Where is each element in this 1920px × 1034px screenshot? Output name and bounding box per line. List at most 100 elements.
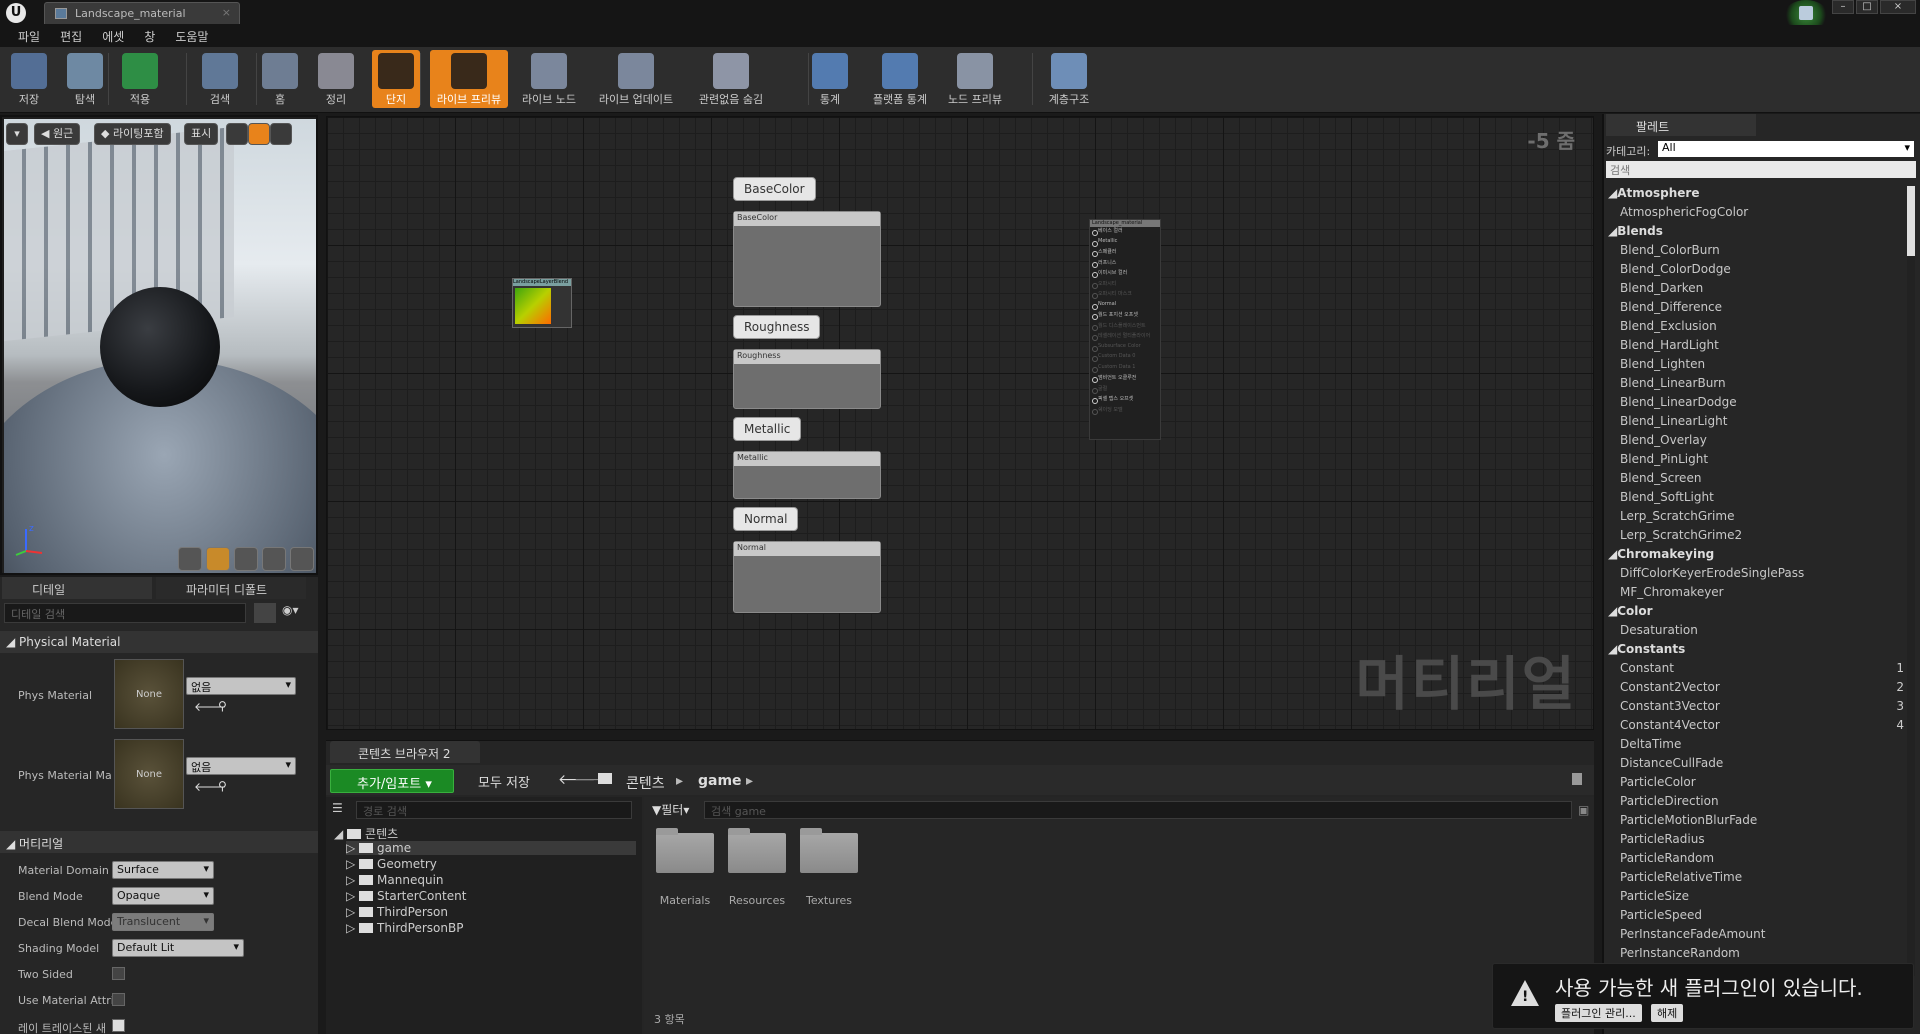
param-node-roughness[interactable]: Roughness — [733, 349, 881, 409]
folder-icon[interactable] — [728, 828, 786, 873]
palette-scroll-thumb[interactable] — [1907, 186, 1915, 256]
maximize-button[interactable]: □ — [1856, 0, 1878, 14]
palette-item[interactable]: DiffColorKeyerErodeSinglePass — [1604, 566, 1904, 585]
document-tab[interactable]: Landscape_material × — [44, 2, 240, 24]
palette-category[interactable]: ◢Constants — [1604, 642, 1904, 661]
asset-search-input[interactable]: 검색 game — [704, 801, 1572, 819]
breadcrumb-chevron-icon[interactable]: ▸ — [746, 773, 753, 789]
maximize-viewport-icon[interactable] — [270, 123, 292, 145]
result-pin[interactable]: 월드 포지션 오프셋 — [1090, 311, 1160, 322]
result-pin[interactable]: 쉐이딩 모델 — [1090, 406, 1160, 417]
palette-item[interactable]: Lerp_ScratchGrime — [1604, 509, 1904, 528]
palette-item[interactable]: MF_Chromakeyer — [1604, 585, 1904, 604]
palette-item[interactable]: ParticleRadius — [1604, 832, 1904, 851]
tree-expand-icon[interactable]: ▷ — [346, 857, 359, 871]
prop-combo[interactable]: Translucent — [112, 913, 214, 931]
result-pin[interactable]: 굴절 — [1090, 385, 1160, 396]
translate-icon[interactable] — [226, 123, 248, 145]
palette-item[interactable]: DeltaTime — [1604, 737, 1904, 756]
palette-item[interactable]: Blend_PinLight — [1604, 452, 1904, 471]
breadcrumb-game[interactable]: game — [698, 773, 742, 789]
prop-combo[interactable]: Default Lit — [112, 939, 244, 957]
folder-icon[interactable] — [800, 828, 858, 873]
toolbar-button-live-update[interactable]: 라이브 업데이트 — [590, 50, 682, 108]
browse-mask-icon[interactable]: ⚲ — [218, 779, 227, 793]
tree-expand-icon[interactable]: ▷ — [346, 873, 359, 887]
preview-mesh-icon[interactable] — [290, 547, 314, 571]
tree-root[interactable]: ◢ 콘텐츠 — [334, 825, 398, 842]
prop-combo[interactable]: Opaque — [112, 887, 214, 905]
result-pin[interactable]: Custom Data 1 — [1090, 364, 1160, 375]
lock-icon[interactable] — [1572, 773, 1582, 785]
toolbar-button-live-nodes[interactable]: 라이브 노드 — [516, 50, 582, 108]
prop-checkbox[interactable] — [112, 967, 125, 980]
palette-item[interactable]: ParticleMotionBlurFade — [1604, 813, 1904, 832]
toolbar-button-hide-unrelated[interactable]: 관련없음 숨김 — [684, 50, 778, 108]
tree-expand-icon[interactable]: ▷ — [346, 921, 359, 935]
palette-item[interactable]: Desaturation — [1604, 623, 1904, 642]
menu-window[interactable]: 창 — [134, 25, 165, 47]
tree-item[interactable]: ▷ Mannequin — [346, 873, 444, 887]
palette-tab[interactable]: 팔레트 — [1606, 114, 1756, 136]
save-search-icon[interactable]: ▣ — [1578, 803, 1589, 817]
palette-item[interactable]: ParticleSpeed — [1604, 908, 1904, 927]
preview-cylinder-icon[interactable] — [178, 547, 202, 571]
expand-arrow-icon[interactable]: ◢ — [1608, 547, 1617, 561]
toolbar-button-home[interactable]: 홈 — [260, 50, 300, 108]
param-node-metallic[interactable]: Metallic — [733, 451, 881, 499]
param-bubble[interactable]: Metallic — [733, 417, 802, 441]
palette-item[interactable]: PerInstanceFadeAmount — [1604, 927, 1904, 946]
viewport-options-button[interactable]: ▾ — [6, 123, 28, 145]
palette-item[interactable]: Blend_LinearDodge — [1604, 395, 1904, 414]
menu-edit[interactable]: 편집 — [50, 25, 92, 47]
category-combo[interactable]: All ▾ — [1658, 141, 1914, 157]
palette-category[interactable]: ◢Chromakeying — [1604, 547, 1904, 566]
expand-arrow-icon[interactable]: ◢ — [1608, 604, 1617, 618]
palette-item[interactable]: AtmosphericFogColor — [1604, 205, 1904, 224]
tree-expand-icon[interactable]: ▷ — [346, 841, 359, 855]
menu-asset[interactable]: 에셋 — [92, 25, 134, 47]
result-pin[interactable]: 오파시티 — [1090, 280, 1160, 291]
toolbar-button-connectors[interactable]: 단지 — [372, 50, 420, 108]
result-pin[interactable]: 앰비언트 오클루전 — [1090, 374, 1160, 385]
palette-item[interactable]: Constant3Vector 3 — [1604, 699, 1904, 718]
sources-toggle-icon[interactable]: ☰ — [332, 801, 350, 819]
palette-item[interactable]: Blend_ColorDodge — [1604, 262, 1904, 281]
toolbar-button-search[interactable]: 검색 — [196, 50, 244, 108]
tree-item[interactable]: ▷ StarterContent — [346, 889, 466, 903]
filter-button[interactable]: ▼필터▾ — [652, 801, 689, 818]
content-browser-tab[interactable]: 콘텐츠 브라우저 2 — [330, 741, 480, 763]
param-bubble[interactable]: Normal — [733, 507, 799, 531]
material-section[interactable]: ◢ 머티리얼 — [0, 831, 318, 853]
folder-icon[interactable] — [656, 828, 714, 873]
tree-expand-icon[interactable]: ▷ — [346, 905, 359, 919]
path-search-input[interactable]: 경로 검색 — [356, 801, 632, 819]
palette-item[interactable]: Blend_Screen — [1604, 471, 1904, 490]
material-preview-viewport[interactable]: z ▾ ◀ 원근 ◆ 라이팅포함 표시 — [0, 115, 318, 575]
tree-item[interactable]: ▷ game — [346, 841, 636, 855]
preview-scene[interactable]: z — [4, 119, 316, 573]
toolbar-button-node-preview[interactable]: 노드 프리뷰 — [944, 50, 1006, 108]
result-pin[interactable]: 이미시브 컬러 — [1090, 269, 1160, 280]
phys-material-combo[interactable]: 없음 — [186, 677, 296, 695]
result-pin[interactable]: 러프니스 — [1090, 259, 1160, 270]
palette-item[interactable]: Blend_LinearBurn — [1604, 376, 1904, 395]
palette-item[interactable]: DistanceCullFade — [1604, 756, 1904, 775]
preview-cube-icon[interactable] — [262, 547, 286, 571]
tree-item[interactable]: ▷ ThirdPersonBP — [346, 921, 463, 935]
palette-item[interactable]: Blend_Lighten — [1604, 357, 1904, 376]
landscape-layer-blend-node[interactable]: LandscapeLayerBlend — [512, 278, 572, 328]
palette-item[interactable]: Constant 1 — [1604, 661, 1904, 680]
lighting-button[interactable]: ◆ 라이팅포함 — [94, 123, 171, 145]
folder-label[interactable]: Materials — [650, 894, 720, 907]
material-result-node[interactable]: Landscape_material 베이스 컬러 Metallic 스페큘러 러프니… — [1089, 219, 1161, 440]
palette-item[interactable]: Constant4Vector 4 — [1604, 718, 1904, 737]
palette-category[interactable]: ◢Atmosphere — [1604, 186, 1904, 205]
show-button[interactable]: 표시 — [184, 123, 219, 145]
result-pin[interactable]: 테셀레이션 멀티플라이어 — [1090, 332, 1160, 343]
tree-item[interactable]: ▷ Geometry — [346, 857, 437, 871]
palette-item[interactable]: Lerp_ScratchGrime2 — [1604, 528, 1904, 547]
palette-item[interactable]: Blend_Difference — [1604, 300, 1904, 319]
prop-checkbox[interactable] — [112, 1019, 125, 1032]
breadcrumb-content[interactable]: 콘텐츠 — [626, 773, 665, 793]
